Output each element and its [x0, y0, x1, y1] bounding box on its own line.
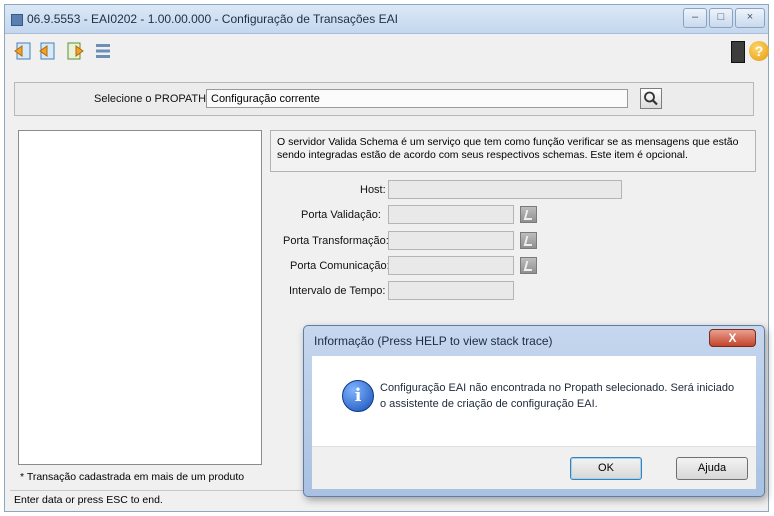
intervalo-tempo-label: Intervalo de Tempo: [289, 285, 386, 297]
intervalo-tempo-field[interactable] [388, 281, 514, 300]
propath-combo[interactable]: Configuração corrente [206, 89, 628, 108]
porta-transformacao-label: Porta Transformação: [283, 235, 389, 247]
app-icon[interactable] [11, 14, 23, 26]
help-button[interactable]: Ajuda [676, 457, 748, 480]
porta-comunicacao-field[interactable] [388, 256, 514, 275]
propath-label: Selecione o PROPATH: [94, 93, 210, 105]
info-icon: i [342, 380, 374, 412]
maximize-button[interactable]: □ [709, 8, 733, 28]
porta-comunicacao-label: Porta Comunicação: [290, 260, 390, 272]
close-window-button[interactable]: × [735, 8, 765, 28]
dialog-body: i Configuração EAI não encontrada no Pro… [312, 356, 756, 446]
porta-validacao-field[interactable] [388, 205, 514, 224]
next-record-icon[interactable] [65, 41, 85, 61]
previous-record-icon[interactable] [37, 41, 57, 61]
search-button[interactable] [640, 88, 662, 109]
porta-validacao-label: Porta Validação: [301, 209, 381, 221]
dialog-message: Configuração EAI não encontrada no Propa… [380, 382, 735, 410]
window-title: 06.9.5553 - EAI0202 - 1.00.00.000 - Conf… [27, 12, 398, 26]
description-box: O servidor Valida Schema é um serviço qu… [270, 130, 756, 172]
dialog-footer: OK Ajuda [312, 446, 756, 489]
footnote-text: * Transação cadastrada em mais de um pro… [20, 471, 245, 483]
host-field[interactable] [388, 180, 622, 199]
info-dialog: Informação (Press HELP to view stack tra… [303, 325, 765, 497]
ok-button[interactable]: OK [570, 457, 642, 480]
search-icon [644, 91, 658, 106]
first-record-icon[interactable] [13, 41, 33, 61]
dialog-title: Informação (Press HELP to view stack tra… [314, 334, 553, 348]
dialog-close-button[interactable]: X [709, 329, 756, 347]
minimize-button[interactable]: – [683, 8, 707, 28]
host-label: Host: [360, 184, 386, 196]
transaction-tree[interactable] [18, 130, 262, 465]
list-icon[interactable] [93, 41, 113, 61]
edit-icon[interactable] [520, 257, 537, 274]
edit-icon[interactable] [520, 206, 537, 223]
exit-door-icon[interactable] [731, 41, 745, 63]
title-bar: 06.9.5553 - EAI0202 - 1.00.00.000 - Conf… [5, 5, 768, 34]
toolbar: ? [5, 34, 769, 64]
help-icon[interactable]: ? [749, 41, 769, 61]
edit-icon[interactable] [520, 232, 537, 249]
porta-transformacao-field[interactable] [388, 231, 514, 250]
